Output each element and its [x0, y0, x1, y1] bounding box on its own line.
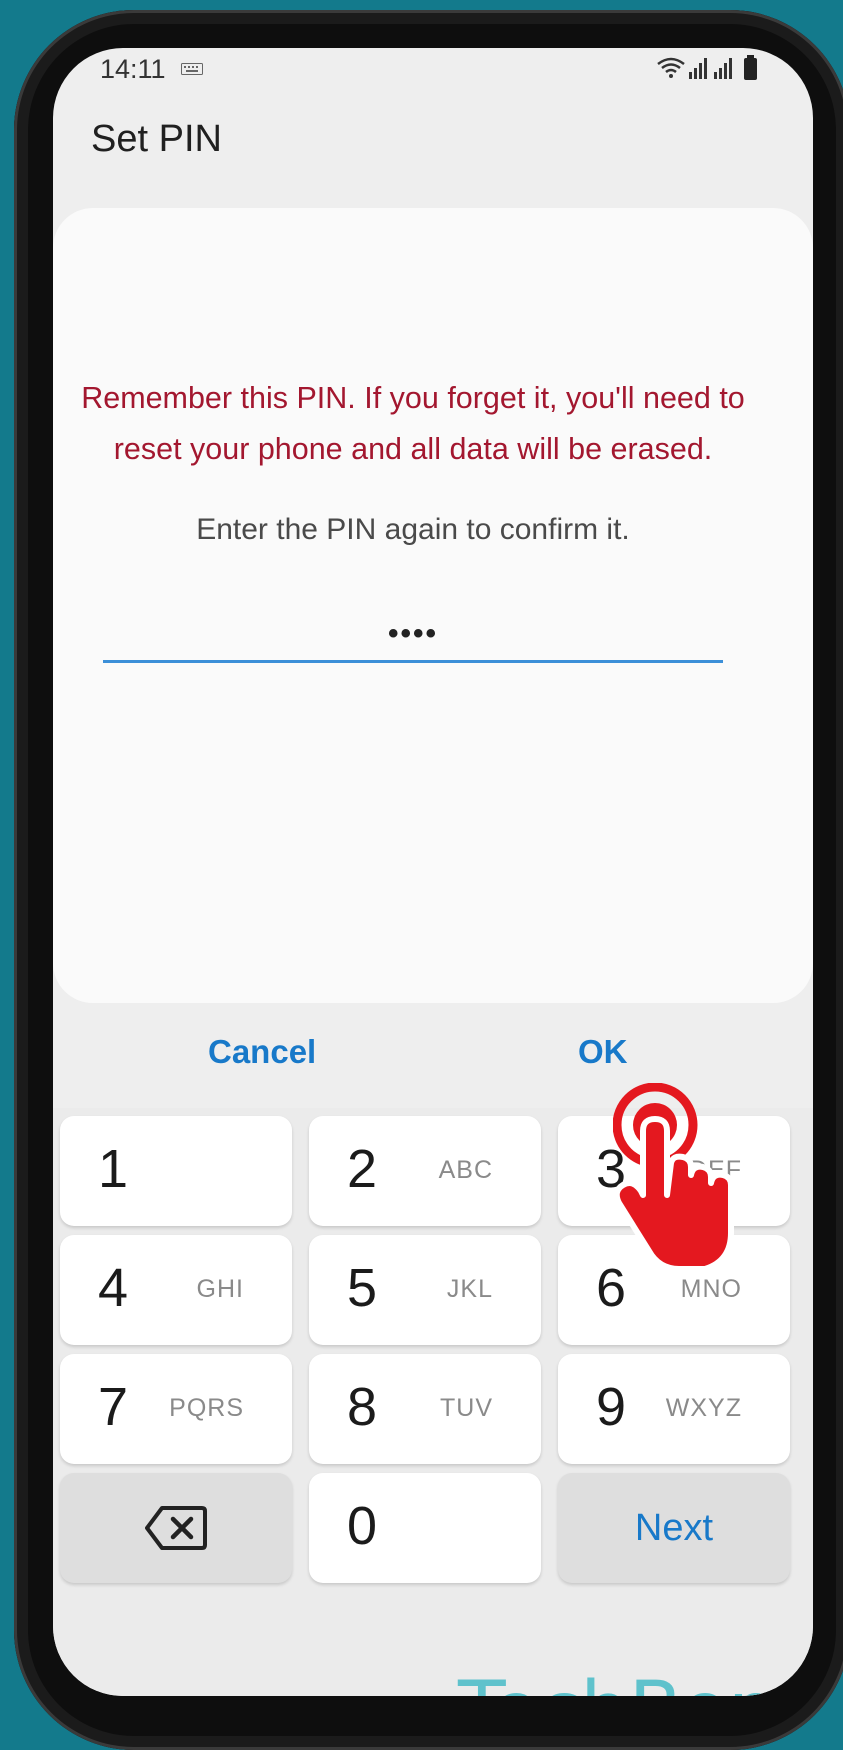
- key-letters: JKL: [446, 1275, 493, 1303]
- key-digit: 9: [596, 1377, 627, 1437]
- backspace-icon: [144, 1505, 208, 1556]
- key-1[interactable]: 1: [60, 1116, 292, 1226]
- key-digit: 8: [347, 1377, 378, 1437]
- status-icons: [656, 54, 761, 82]
- signal-icon: [689, 58, 707, 79]
- battery-icon: [744, 55, 757, 80]
- confirm-instruction-text: Enter the PIN again to confirm it.: [196, 513, 630, 546]
- pin-input[interactable]: ••••: [103, 608, 723, 663]
- wifi-icon: [657, 57, 685, 78]
- phone-screen: 14:11 Set PIN Remember this PIN. If you …: [53, 48, 813, 1696]
- key-letters: PQRS: [169, 1394, 244, 1422]
- ok-button[interactable]: OK: [578, 1033, 628, 1071]
- status-bar: 14:11: [53, 48, 813, 108]
- backspace-key[interactable]: [60, 1473, 292, 1583]
- key-digit: 1: [98, 1139, 129, 1199]
- cancel-button[interactable]: Cancel: [208, 1033, 316, 1071]
- next-label: Next: [634, 1506, 714, 1549]
- key-5[interactable]: 5 JKL: [309, 1235, 541, 1345]
- key-letters: WXYZ: [665, 1394, 742, 1422]
- pin-warning-text: Remember this PIN. If you forget it, you…: [81, 381, 745, 466]
- key-digit: 0: [347, 1496, 378, 1556]
- key-8[interactable]: 8 TUV: [309, 1354, 541, 1464]
- key-digit: 7: [98, 1377, 129, 1437]
- next-key[interactable]: Next: [558, 1473, 790, 1583]
- key-letters: GHI: [196, 1275, 244, 1303]
- key-0[interactable]: 0: [309, 1473, 541, 1583]
- techbone-watermark: TechBone: [458, 1666, 813, 1696]
- pin-dialog: Remember this PIN. If you forget it, you…: [53, 208, 813, 1003]
- key-letters: ABC: [438, 1156, 493, 1184]
- key-9[interactable]: 9 WXYZ: [558, 1354, 790, 1464]
- key-4[interactable]: 4 GHI: [60, 1235, 292, 1345]
- key-2[interactable]: 2 ABC: [309, 1116, 541, 1226]
- key-7[interactable]: 7 PQRS: [60, 1354, 292, 1464]
- status-time: 14:11: [100, 54, 166, 84]
- signal-icon: [714, 58, 732, 79]
- key-digit: 4: [98, 1258, 129, 1318]
- pin-input-value: ••••: [387, 617, 438, 650]
- keyboard-icon: [181, 62, 203, 80]
- key-digit: 2: [347, 1139, 378, 1199]
- key-digit: 5: [347, 1258, 378, 1318]
- tap-hand-icon: [612, 1082, 753, 1288]
- page-title: Set PIN: [91, 118, 222, 160]
- key-letters: TUV: [440, 1394, 493, 1422]
